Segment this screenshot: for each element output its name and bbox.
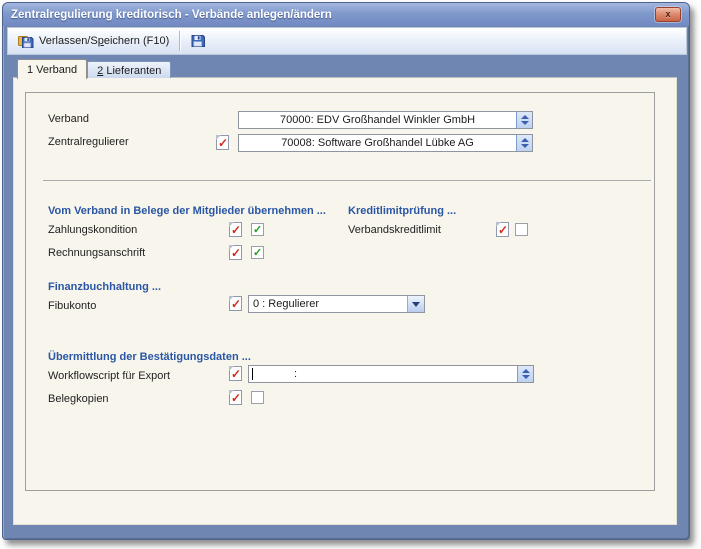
form-panel: Verband 70000: EDV Großhandel Winkler Gm… xyxy=(25,92,655,491)
exit-save-disk-icon xyxy=(18,33,34,49)
save-button[interactable] xyxy=(184,30,212,52)
section-uebermittlung-title: Übermittlung der Bestätigungsdaten ... xyxy=(48,351,251,363)
verbandskreditlimit-label: Verbandskreditlimit xyxy=(348,224,441,236)
fibukonto-dropdown[interactable]: 0 : Regulierer xyxy=(248,295,425,313)
zahlungskondition-label: Zahlungskondition xyxy=(48,224,137,236)
rechnungsanschrift-toggle-icon[interactable] xyxy=(229,245,242,260)
section-kreditlimit-title: Kreditlimitprüfung ... xyxy=(348,205,456,217)
toolbar: Verlassen/Speichern (F10) xyxy=(7,27,687,55)
fibukonto-toggle-icon[interactable] xyxy=(229,296,242,311)
close-button[interactable]: x xyxy=(655,7,681,22)
verbandskreditlimit-checkbox[interactable] xyxy=(515,223,528,236)
zahlungskondition-toggle-icon[interactable] xyxy=(229,222,242,237)
desktop-background: Zentralregulierung kreditorisch - Verbän… xyxy=(0,0,701,549)
section-uebernehmen-title: Vom Verband in Belege der Mitglieder übe… xyxy=(48,205,326,217)
toolbar-separator xyxy=(179,31,180,51)
workflowscript-label: Workflowscript für Export xyxy=(48,370,170,382)
window-title: Zentralregulierung kreditorisch - Verbän… xyxy=(11,9,332,21)
zentralregulierer-toggle-icon[interactable] xyxy=(216,135,229,150)
rechnungsanschrift-checkbox[interactable] xyxy=(251,246,264,259)
verband-spinner-icon[interactable] xyxy=(516,112,532,128)
zentralregulierer-label: Zentralregulierer xyxy=(48,136,129,148)
workflowscript-value: : xyxy=(294,368,297,380)
close-icon: x xyxy=(665,10,670,19)
fibukonto-label: Fibukonto xyxy=(48,300,96,312)
belegkopien-label: Belegkopien xyxy=(48,393,109,405)
separator-line xyxy=(43,180,651,181)
verband-label: Verband xyxy=(48,113,89,125)
tab-strip: 1 Verband 2 Lieferanten xyxy=(17,58,171,78)
verbandskreditlimit-toggle-icon[interactable] xyxy=(496,222,509,237)
zahlungskondition-checkbox[interactable] xyxy=(251,223,264,236)
zentralregulierer-combobox[interactable]: 70008: Software Großhandel Lübke AG xyxy=(238,134,533,152)
verband-combobox[interactable]: 70000: EDV Großhandel Winkler GmbH xyxy=(238,111,533,129)
belegkopien-toggle-icon[interactable] xyxy=(229,390,242,405)
workflowscript-spinner-icon[interactable] xyxy=(517,366,533,382)
zentralregulierer-value: 70008: Software Großhandel Lübke AG xyxy=(239,137,516,149)
tab-verband[interactable]: 1 Verband xyxy=(17,59,87,79)
title-bar[interactable]: Zentralregulierung kreditorisch - Verbän… xyxy=(3,3,689,26)
save-disk-icon xyxy=(190,33,206,49)
tab-lieferanten[interactable]: 2 Lieferanten xyxy=(87,61,171,78)
workflowscript-input[interactable]: : xyxy=(248,365,534,383)
zentralregulierer-spinner-icon[interactable] xyxy=(516,135,532,151)
app-window: Zentralregulierung kreditorisch - Verbän… xyxy=(2,2,690,540)
exit-save-label: Verlassen/Speichern (F10) xyxy=(39,35,169,47)
rechnungsanschrift-label: Rechnungsanschrift xyxy=(48,247,145,259)
workflowscript-toggle-icon[interactable] xyxy=(229,366,242,381)
belegkopien-checkbox[interactable] xyxy=(251,391,264,404)
section-finanzbuchhaltung-title: Finanzbuchhaltung ... xyxy=(48,281,161,293)
fibukonto-dropdown-arrow-icon[interactable] xyxy=(407,296,424,312)
text-caret xyxy=(252,368,253,380)
exit-save-button[interactable]: Verlassen/Speichern (F10) xyxy=(12,30,175,52)
tab-page-verband: Verband 70000: EDV Großhandel Winkler Gm… xyxy=(13,77,677,525)
verband-value: 70000: EDV Großhandel Winkler GmbH xyxy=(239,114,516,126)
fibukonto-value: 0 : Regulierer xyxy=(249,298,407,310)
